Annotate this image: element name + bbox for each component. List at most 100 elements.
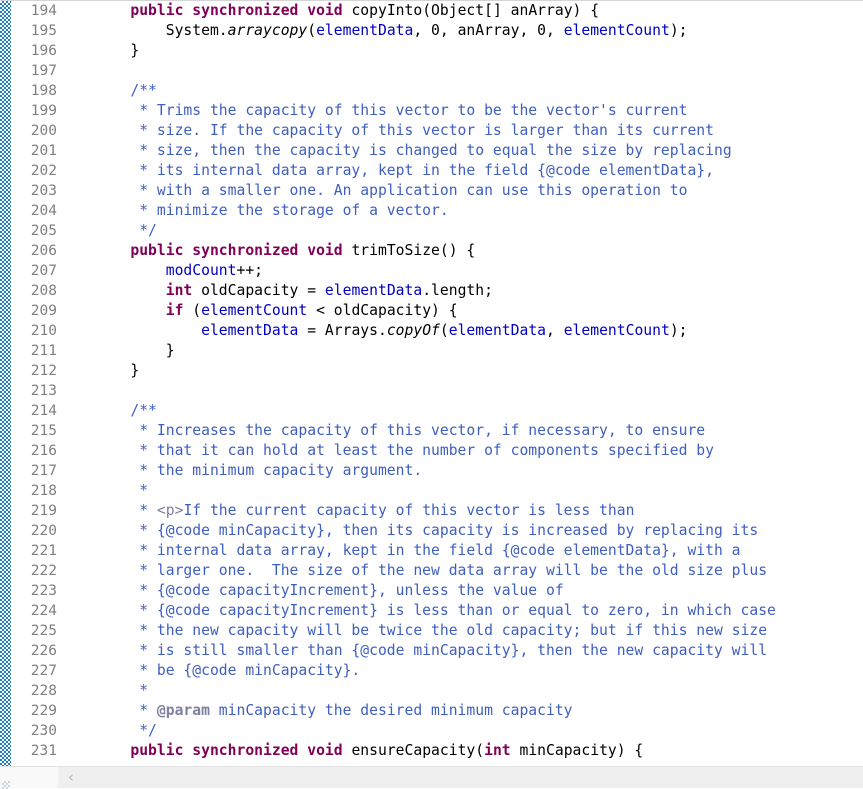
gutter-line[interactable]: 206 bbox=[11, 241, 70, 261]
gutter-line[interactable]: 217 bbox=[11, 461, 59, 481]
gutter-line[interactable]: 199 bbox=[11, 101, 59, 121]
code-text-area[interactable]: public synchronized void copyInto(Object… bbox=[95, 1, 863, 767]
gutter-line[interactable]: 207 bbox=[11, 261, 59, 281]
gutter-line[interactable]: 226 bbox=[11, 641, 59, 661]
gutter-line[interactable]: 205 bbox=[11, 221, 59, 241]
code-line[interactable]: * internal data array, kept in the field… bbox=[95, 541, 863, 561]
code-line[interactable]: * size, then the capacity is changed to … bbox=[95, 141, 863, 161]
line-number: 218 bbox=[30, 483, 57, 499]
gutter-line[interactable]: 209 bbox=[11, 301, 59, 321]
code-line[interactable]: } bbox=[95, 341, 863, 361]
code-line[interactable]: elementData = Arrays.copyOf(elementData,… bbox=[95, 321, 863, 341]
gutter-line[interactable]: 224 bbox=[11, 601, 59, 621]
gutter-line[interactable]: 210 bbox=[11, 321, 59, 341]
gutter-line[interactable]: 229 bbox=[11, 701, 59, 721]
code-line[interactable]: * {@code minCapacity}, then its capacity… bbox=[95, 521, 863, 541]
code-line[interactable]: int oldCapacity = elementData.length; bbox=[95, 281, 863, 301]
code-line[interactable]: * larger one. The size of the new data a… bbox=[95, 561, 863, 581]
code-line[interactable]: * <p>If the current capacity of this vec… bbox=[95, 501, 863, 521]
gutter-line[interactable]: 212 bbox=[11, 361, 59, 381]
gutter-line[interactable]: 219 bbox=[11, 501, 59, 521]
line-number: 199 bbox=[30, 103, 57, 119]
gutter-line[interactable]: 201 bbox=[11, 141, 59, 161]
code-token-cmt: * internal data array, kept in the field… bbox=[95, 542, 741, 559]
gutter-line[interactable]: 220 bbox=[11, 521, 59, 541]
code-line[interactable]: * {@code capacityIncrement} is less than… bbox=[95, 601, 863, 621]
line-number: 204 bbox=[30, 203, 57, 219]
gutter-line[interactable]: 222 bbox=[11, 561, 59, 581]
gutter-line[interactable]: 196 bbox=[11, 41, 59, 61]
gutter-line[interactable]: 202 bbox=[11, 161, 59, 181]
code-line[interactable]: * minimize the storage of a vector. bbox=[95, 201, 863, 221]
horizontal-scrollbar-track[interactable]: ‹ bbox=[58, 767, 863, 788]
gutter-line[interactable]: 211 bbox=[11, 341, 59, 361]
gutter-line[interactable]: 214 bbox=[11, 401, 70, 421]
code-line[interactable]: System.arraycopy(elementData, 0, anArray… bbox=[95, 21, 863, 41]
code-line[interactable] bbox=[95, 381, 863, 401]
gutter-line[interactable]: 215 bbox=[11, 421, 59, 441]
code-line[interactable]: * bbox=[95, 481, 863, 501]
code-line[interactable]: * the minimum capacity argument. bbox=[95, 461, 863, 481]
change-ruler[interactable] bbox=[0, 1, 11, 767]
code-line[interactable]: * {@code capacityIncrement}, unless the … bbox=[95, 581, 863, 601]
code-token-fld: elementData bbox=[316, 22, 414, 39]
gutter-line[interactable]: 228 bbox=[11, 681, 59, 701]
horizontal-scrollbar[interactable]: ‹ bbox=[0, 766, 863, 789]
code-line[interactable]: * with a smaller one. An application can… bbox=[95, 181, 863, 201]
gutter-line[interactable]: 231 bbox=[11, 741, 70, 761]
code-line[interactable]: */ bbox=[95, 221, 863, 241]
gutter-line[interactable]: 195 bbox=[11, 21, 59, 41]
gutter-line[interactable]: 200 bbox=[11, 121, 59, 141]
code-token-plain: ( bbox=[183, 302, 202, 319]
gutter-line[interactable]: 203 bbox=[11, 181, 59, 201]
code-line[interactable]: * @param minCapacity the desired minimum… bbox=[95, 701, 863, 721]
code-token-cmt: minCapacity the desired minimum capacity bbox=[209, 702, 573, 719]
code-line[interactable]: * Trims the capacity of this vector to b… bbox=[95, 101, 863, 121]
gutter-line[interactable]: 213 bbox=[11, 381, 59, 401]
code-line[interactable]: * is still smaller than {@code minCapaci… bbox=[95, 641, 863, 661]
code-line[interactable]: * that it can hold at least the number o… bbox=[95, 441, 863, 461]
code-line[interactable]: * bbox=[95, 681, 863, 701]
code-line[interactable]: public synchronized void trimToSize() { bbox=[95, 241, 863, 261]
code-editor[interactable]: 194 195 196 197 198 199 200 201 202 203 204 205 206 2… bbox=[0, 0, 863, 789]
code-line[interactable]: * size. If the capacity of this vector i… bbox=[95, 121, 863, 141]
gutter-line[interactable]: 223 bbox=[11, 581, 59, 601]
code-line[interactable]: } bbox=[95, 41, 863, 61]
code-line[interactable]: * the new capacity will be twice the old… bbox=[95, 621, 863, 641]
gutter-line[interactable]: 218 bbox=[11, 481, 59, 501]
code-line[interactable]: public synchronized void copyInto(Object… bbox=[95, 1, 863, 21]
code-token-cmt: * {@code capacityIncrement} is less than… bbox=[95, 602, 776, 619]
gutter-line[interactable]: 204 bbox=[11, 201, 59, 221]
code-line[interactable]: * Increases the capacity of this vector,… bbox=[95, 421, 863, 441]
code-line[interactable]: } bbox=[95, 361, 863, 381]
folding-column[interactable] bbox=[59, 1, 95, 767]
line-number: 203 bbox=[30, 183, 57, 199]
gutter-line[interactable]: 225 bbox=[11, 621, 59, 641]
gutter-line[interactable]: 197 bbox=[11, 61, 59, 81]
gutter-line[interactable]: 227 bbox=[11, 661, 59, 681]
gutter-line[interactable]: 194 bbox=[11, 1, 70, 21]
gutter-line[interactable]: 198 bbox=[11, 81, 70, 101]
gutter-line[interactable]: 208 bbox=[11, 281, 59, 301]
line-number: 213 bbox=[30, 383, 57, 399]
code-line[interactable]: /** bbox=[95, 81, 863, 101]
code-line[interactable]: public synchronized void ensureCapacity(… bbox=[95, 741, 863, 761]
gutter-line[interactable]: 230 bbox=[11, 721, 59, 741]
line-number: 227 bbox=[30, 663, 57, 679]
code-line[interactable]: /** bbox=[95, 401, 863, 421]
code-token-fld: elementData bbox=[448, 322, 547, 339]
line-number: 195 bbox=[30, 23, 57, 39]
code-line[interactable]: modCount++; bbox=[95, 261, 863, 281]
gutter-line[interactable]: 216 bbox=[11, 441, 59, 461]
code-line[interactable]: * be {@code minCapacity}. bbox=[95, 661, 863, 681]
code-line[interactable] bbox=[95, 61, 863, 81]
code-line[interactable]: * its internal data array, kept in the f… bbox=[95, 161, 863, 181]
code-line[interactable]: if (elementCount < oldCapacity) { bbox=[95, 301, 863, 321]
line-number-gutter[interactable]: 194 195 196 197 198 199 200 201 202 203 204 205 206 2… bbox=[11, 1, 70, 767]
code-token-cmt: * larger one. The size of the new data a… bbox=[95, 562, 768, 579]
code-line[interactable]: */ bbox=[95, 721, 863, 741]
chevron-left-icon[interactable]: ‹ bbox=[68, 770, 78, 785]
code-token-fld: elementCount bbox=[563, 322, 670, 339]
gutter-line[interactable]: 221 bbox=[11, 541, 59, 561]
